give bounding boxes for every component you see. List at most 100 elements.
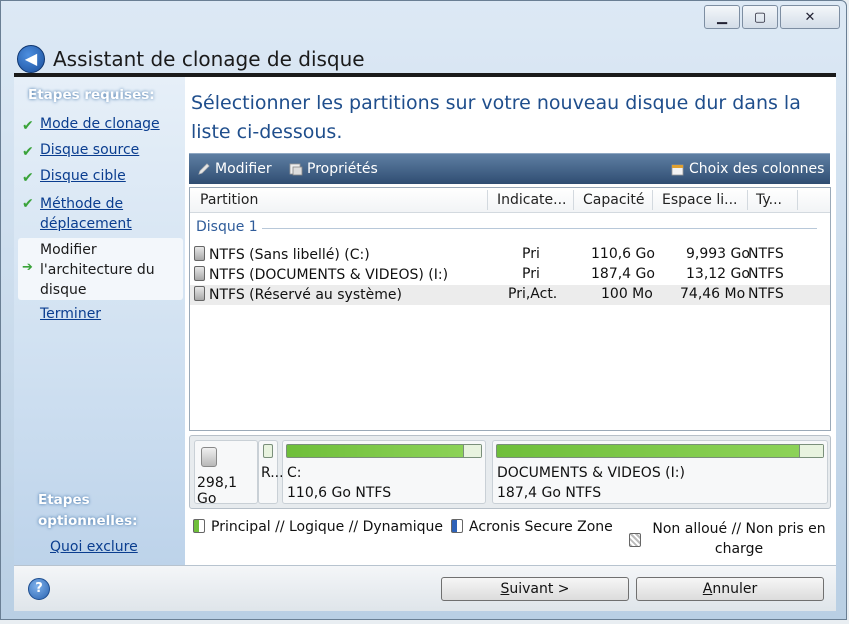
hatched-swatch-icon: [629, 533, 641, 547]
cancel-mnemonic: A: [702, 581, 713, 597]
close-button[interactable]: ✕: [780, 5, 840, 29]
optional-steps-header: Etapes optionnelles:: [38, 492, 138, 529]
partition-capacity: 187,4 Go: [591, 266, 655, 282]
disk-size: 298,1 Go: [197, 475, 238, 507]
wizard-footer: ? Suivant > Annuler: [14, 565, 836, 611]
arrow-right-icon: ➔: [22, 260, 33, 275]
partition-block-name: DOCUMENTS & VIDEOS (I:): [497, 465, 685, 481]
partition-free: 74,46 Mo: [680, 286, 746, 302]
disk-icon: [194, 286, 205, 301]
group-label: Disque 1: [196, 219, 258, 235]
usage-bar: [496, 444, 824, 458]
help-icon[interactable]: ?: [28, 578, 50, 600]
maximize-button[interactable]: ▢: [742, 5, 778, 29]
list-toolbar: Modifier Propriétés Choix des colonnes: [189, 153, 830, 184]
sidebar-item-label[interactable]: Méthode de déplacement: [40, 194, 150, 234]
partition-name: NTFS (Réservé au système): [209, 287, 402, 303]
columns-label: Choix des colonnes: [689, 161, 825, 177]
free-space: [462, 445, 481, 457]
pencil-icon: [198, 163, 210, 175]
legend-unallocated-label: Non alloué // Non pris en charge: [652, 521, 826, 557]
disk-summary: 298,1 Go: [194, 440, 258, 507]
cancel-label: nnuler: [712, 581, 758, 597]
properties-button[interactable]: Propriétés: [289, 161, 378, 177]
choose-columns-button[interactable]: Choix des colonnes: [671, 161, 824, 177]
cancel-button[interactable]: Annuler: [636, 577, 824, 601]
partition-name: NTFS (DOCUMENTS & VIDEOS) (I:): [209, 267, 449, 283]
properties-label: Propriétés: [307, 161, 378, 177]
partition-free: 9,993 Go: [686, 246, 750, 262]
main-panel: Sélectionner les partitions sur votre no…: [185, 77, 836, 565]
what-to-exclude-link[interactable]: Quoi exclure: [50, 539, 138, 555]
caption-buttons: ▁ ▢ ✕: [704, 5, 840, 29]
column-header-free-space[interactable]: Espace li...: [662, 192, 738, 208]
partition-type: NTFS: [748, 286, 784, 302]
partition-capacity: 100 Mo: [601, 286, 653, 302]
column-separator[interactable]: [747, 190, 748, 210]
modify-label: Modifier: [215, 161, 272, 177]
legend-secure-zone-label: Acronis Secure Zone: [469, 519, 613, 535]
checkmark-icon: ✔: [22, 144, 34, 160]
page-title: Sélectionner les partitions sur votre no…: [191, 92, 801, 143]
partition-block-c[interactable]: C: 110,6 Go NTFS: [282, 440, 486, 504]
modify-button[interactable]: Modifier: [197, 161, 272, 177]
minimize-button[interactable]: ▁: [704, 5, 740, 29]
partition-name: NTFS (Sans libellé) (C:): [209, 247, 370, 263]
column-header-partition[interactable]: Partition: [200, 192, 258, 208]
partition-block-i[interactable]: DOCUMENTS & VIDEOS (I:) 187,4 Go NTFS: [492, 440, 828, 504]
partition-block-label: R...: [261, 465, 284, 481]
column-header-capacity[interactable]: Capacité: [583, 192, 645, 208]
partition-block-reserved[interactable]: R...: [258, 440, 284, 504]
table-row[interactable]: NTFS (Sans libellé) (C:) Pri 110,6 Go 9,…: [190, 245, 830, 265]
blue-swatch-icon: [451, 519, 463, 533]
sidebar-item-label[interactable]: Disque cible: [40, 168, 126, 184]
properties-icon: [289, 163, 303, 176]
partition-type: NTFS: [748, 246, 784, 262]
table-row[interactable]: NTFS (Réservé au système) Pri,Act. 100 M…: [190, 285, 830, 305]
next-label: uivant >: [509, 581, 570, 597]
column-header-type[interactable]: Ty...: [756, 192, 782, 208]
disk-icon: [194, 266, 205, 281]
legend-primary-label: Principal // Logique // Dynamique: [211, 519, 444, 535]
partition-flags: Pri: [522, 246, 540, 262]
disk-icon: [194, 246, 205, 261]
legend-primary: Principal // Logique // Dynamique: [193, 519, 443, 535]
next-button[interactable]: Suivant >: [441, 577, 629, 601]
legend-unallocated: Non alloué // Non pris en charge: [629, 519, 829, 559]
column-separator[interactable]: [652, 190, 653, 210]
column-separator[interactable]: [487, 190, 488, 210]
current-step-label: Modifier l'architecture du disque: [40, 242, 155, 298]
disk-map: 298,1 Go R... C: 110,6 Go NTFS DOCUMENTS…: [189, 435, 831, 509]
partition-type: NTFS: [748, 266, 784, 282]
partition-free: 13,12 Go: [686, 266, 750, 282]
legend-secure-zone: Acronis Secure Zone: [451, 519, 613, 535]
checkmark-icon: ✔: [22, 118, 34, 134]
list-header: Partition Indicate... Capacité Espace li…: [190, 188, 830, 213]
wizard-sidebar: Etapes requises: ✔ Mode de clonage ✔ Dis…: [14, 77, 185, 565]
checkmark-icon: ✔: [22, 170, 34, 186]
free-space: [799, 445, 823, 457]
legend: Principal // Logique // Dynamique Acroni…: [189, 517, 829, 561]
column-separator[interactable]: [797, 190, 798, 210]
partition-block-info: 187,4 Go NTFS: [497, 485, 602, 501]
group-divider: [262, 228, 817, 229]
columns-icon: [671, 164, 684, 176]
table-row[interactable]: NTFS (DOCUMENTS & VIDEOS) (I:) Pri 187,4…: [190, 265, 830, 285]
sidebar-item-current: ➔ Modifier l'architecture du disque: [18, 238, 183, 300]
sidebar-item-label[interactable]: Disque source: [40, 142, 139, 158]
back-arrow-icon[interactable]: ◀: [17, 45, 45, 73]
sidebar-item-move-method[interactable]: ✔ Méthode de déplacement: [18, 194, 178, 236]
usage-bar: [286, 444, 482, 458]
partition-flags: Pri,Act.: [508, 286, 558, 302]
sidebar-item-label[interactable]: Mode de clonage: [40, 116, 160, 132]
finish-link[interactable]: Terminer: [40, 306, 101, 322]
partition-block-info: 110,6 Go NTFS: [287, 485, 392, 501]
column-header-flags[interactable]: Indicate...: [497, 192, 567, 208]
green-swatch-icon: [193, 519, 205, 533]
window-title: Assistant de clonage de disque: [53, 47, 365, 71]
required-steps-header: Etapes requises:: [28, 87, 155, 103]
partition-list: Partition Indicate... Capacité Espace li…: [189, 187, 831, 431]
checkmark-icon: ✔: [22, 196, 34, 212]
column-separator[interactable]: [573, 190, 574, 210]
partition-block-name: C:: [287, 465, 302, 481]
